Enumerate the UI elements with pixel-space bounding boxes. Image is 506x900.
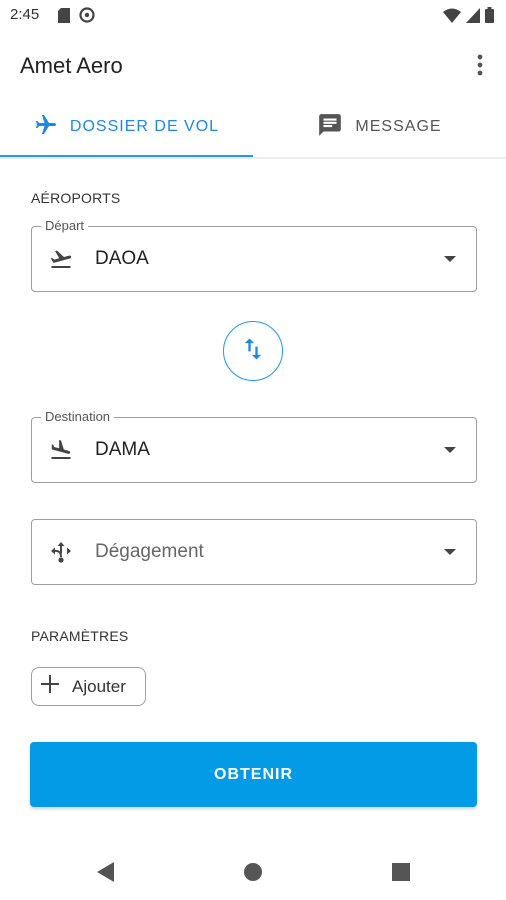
app-screen: 2:45 Amet Aero DOSSIER DE VOL MESSAGE AÉ… xyxy=(0,0,506,900)
swap-airports-button[interactable] xyxy=(223,321,283,381)
recents-icon[interactable] xyxy=(389,860,413,884)
tab-bar: DOSSIER DE VOL MESSAGE xyxy=(0,98,506,160)
destination-field[interactable]: Destination DAMA xyxy=(31,409,477,483)
app-bar: Amet Aero xyxy=(0,32,506,98)
flight-land-icon xyxy=(47,438,75,462)
tab-label: MESSAGE xyxy=(355,118,442,135)
tab-message[interactable]: MESSAGE xyxy=(253,98,506,156)
obtain-button[interactable]: OBTENIR xyxy=(30,742,477,807)
destination-field-label: Destination xyxy=(41,409,115,424)
tab-divider xyxy=(0,157,506,159)
swap-vert-icon xyxy=(239,335,267,368)
add-parameter-label: Ajouter xyxy=(72,676,126,696)
status-bar: 2:45 xyxy=(0,0,506,32)
back-icon[interactable] xyxy=(94,860,118,884)
system-navigation-bar xyxy=(0,840,506,900)
departure-dropdown-icon[interactable] xyxy=(444,256,456,262)
parameters-section-label: PARAMÈTRES xyxy=(31,628,129,644)
app-title: Amet Aero xyxy=(20,53,123,78)
sd-card-icon xyxy=(58,7,70,28)
airports-section-label: AÉROPORTS xyxy=(31,190,121,206)
departure-field-label: Départ xyxy=(41,218,89,233)
home-icon[interactable] xyxy=(241,860,265,884)
signal-icon xyxy=(466,7,480,28)
tab-label: DOSSIER DE VOL xyxy=(69,118,220,135)
add-parameter-button[interactable]: Ajouter xyxy=(31,667,146,706)
plus-icon xyxy=(40,674,60,699)
departure-field[interactable]: Départ DAOA xyxy=(31,218,477,292)
overflow-menu-icon[interactable] xyxy=(468,52,492,78)
alternate-route-icon xyxy=(47,540,75,564)
destination-dropdown-icon[interactable] xyxy=(444,447,456,453)
destination-value: DAMA xyxy=(95,439,150,460)
alternate-field[interactable]: Dégagement xyxy=(31,519,477,585)
departure-value: DAOA xyxy=(95,248,149,269)
battery-icon xyxy=(485,7,494,28)
status-notification-icons xyxy=(58,7,95,28)
do-not-disturb-icon xyxy=(79,7,95,28)
wifi-icon xyxy=(443,8,461,28)
message-icon xyxy=(317,112,343,143)
tab-dossier-de-vol[interactable]: DOSSIER DE VOL xyxy=(0,98,253,156)
airplane-icon xyxy=(34,113,58,142)
alternate-placeholder: Dégagement xyxy=(95,541,204,562)
status-system-icons xyxy=(443,7,494,28)
status-time: 2:45 xyxy=(10,6,40,23)
flight-takeoff-icon xyxy=(47,247,75,271)
alternate-dropdown-icon[interactable] xyxy=(444,549,456,555)
